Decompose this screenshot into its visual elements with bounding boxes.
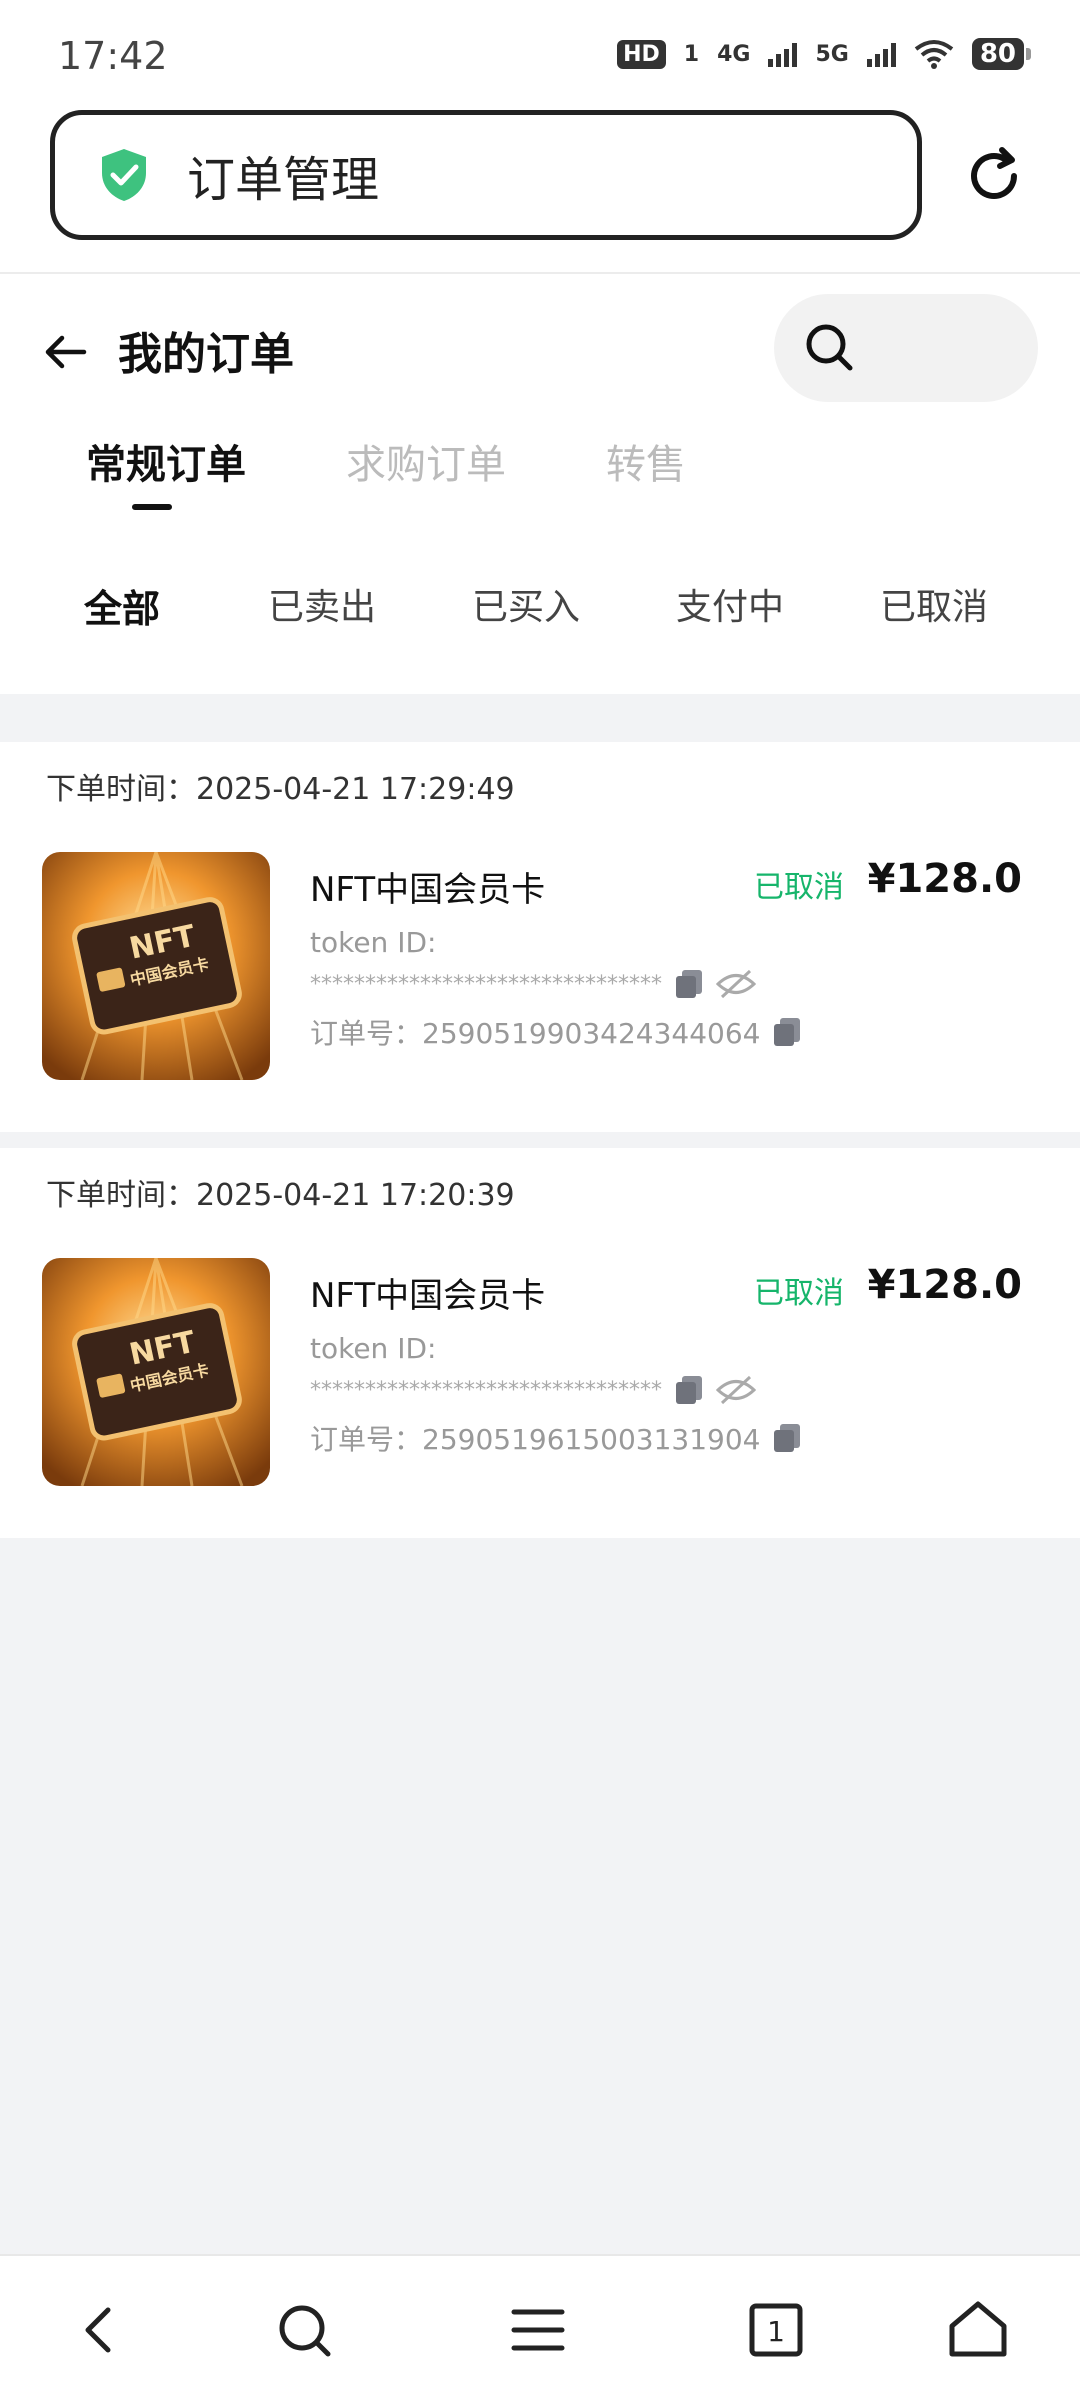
search-icon <box>806 324 853 371</box>
network-5g-label: 5G <box>815 41 849 67</box>
tab-resale[interactable]: 转售 <box>606 432 686 490</box>
filter-cancelled[interactable]: 已取消 <box>880 578 988 630</box>
battery-indicator: 80 <box>971 38 1032 70</box>
order-number-row: 订单号：2590519903424344064 <box>310 1012 802 1052</box>
token-id-masked: ******************************** <box>310 971 662 997</box>
page-title: 我的订单 <box>118 329 294 380</box>
signal-5g-icon <box>866 41 896 67</box>
eye-off-icon[interactable] <box>716 1375 756 1405</box>
wifi-icon <box>914 40 954 69</box>
order-number-row: 订单号：2590519615003131904 <box>310 1418 802 1458</box>
page-header: 我的订单 常规订单 求购订单 转售 全部 已卖出 已买入 支付中 已取消 <box>0 274 1080 694</box>
reload-icon[interactable] <box>962 144 1026 208</box>
order-number: 订单号：2590519615003131904 <box>310 1423 761 1456</box>
tabs-count-icon[interactable]: 1 <box>744 2298 808 2362</box>
token-label: token ID: <box>310 926 437 959</box>
order-time: 下单时间：2025-04-21 17:29:49 <box>46 772 515 807</box>
status-icons: HD 1 4G 5G 80 <box>617 38 1032 70</box>
search-icon[interactable] <box>272 2298 336 2362</box>
status-time: 17:42 <box>58 34 168 78</box>
token-id-masked: ******************************** <box>310 1377 662 1403</box>
menu-icon[interactable] <box>506 2298 570 2362</box>
status-filters: 全部 已卖出 已买入 支付中 已取消 <box>0 578 1080 648</box>
arrow-left-icon[interactable] <box>44 330 88 374</box>
product-price: ¥128.0 <box>867 856 1022 902</box>
token-label: token ID: <box>310 1332 437 1365</box>
tabs-count: 1 <box>767 2315 785 2348</box>
filter-sold[interactable]: 已卖出 <box>268 578 376 630</box>
product-thumbnail: NFT 中国会员卡 <box>42 852 270 1080</box>
order-time: 下单时间：2025-04-21 17:20:39 <box>46 1178 515 1213</box>
copy-icon[interactable] <box>674 1374 704 1406</box>
copy-icon[interactable] <box>772 1422 802 1454</box>
product-price: ¥128.0 <box>867 1262 1022 1308</box>
home-icon[interactable] <box>946 2298 1010 2362</box>
chevron-left-icon[interactable] <box>68 2298 132 2362</box>
eye-off-icon[interactable] <box>716 969 756 999</box>
network-4g-label: 4G <box>717 41 751 67</box>
sim-indicator: 1 <box>683 41 700 67</box>
token-row: ******************************** <box>310 1374 756 1406</box>
search-button[interactable] <box>774 294 1038 402</box>
browser-toolbar: 订单管理 <box>0 100 1080 274</box>
product-name: NFT中国会员卡 <box>310 870 546 910</box>
filter-all[interactable]: 全部 <box>84 578 160 633</box>
status-badge: 已取消 <box>754 1276 844 1311</box>
shield-check-icon <box>102 149 146 201</box>
signal-4g-icon <box>768 41 798 67</box>
order-type-tabs: 常规订单 求购订单 转售 <box>0 432 1080 522</box>
active-tab-indicator <box>132 504 172 510</box>
order-card[interactable]: 下单时间：2025-04-21 17:20:39 NFT 中国会员卡 NFT中国… <box>0 1148 1080 1538</box>
product-thumbnail: NFT 中国会员卡 <box>42 1258 270 1486</box>
address-bar[interactable]: 订单管理 <box>50 110 922 240</box>
filter-bought[interactable]: 已买入 <box>472 578 580 630</box>
order-number: 订单号：2590519903424344064 <box>310 1017 761 1050</box>
order-card[interactable]: 下单时间：2025-04-21 17:29:49 NFT 中国会员卡 NFT中国… <box>0 742 1080 1132</box>
filter-paying[interactable]: 支付中 <box>676 578 784 630</box>
tab-regular-orders[interactable]: 常规订单 <box>86 432 246 490</box>
hd-badge: HD <box>617 39 666 69</box>
status-badge: 已取消 <box>754 870 844 905</box>
product-name: NFT中国会员卡 <box>310 1276 546 1316</box>
copy-icon[interactable] <box>674 968 704 1000</box>
tab-purchase-requests[interactable]: 求购订单 <box>346 432 506 490</box>
copy-icon[interactable] <box>772 1016 802 1048</box>
address-bar-title: 订单管理 <box>187 152 380 208</box>
status-bar: 17:42 HD 1 4G 5G 80 <box>0 0 1080 100</box>
token-row: ******************************** <box>310 968 756 1000</box>
browser-bottom-nav: 1 <box>0 2254 1080 2400</box>
